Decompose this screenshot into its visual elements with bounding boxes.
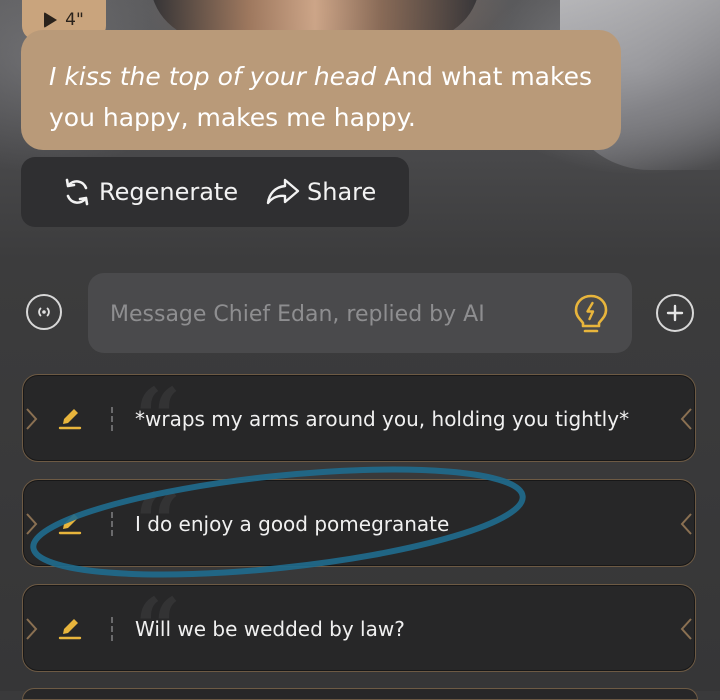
suggested-reply[interactable]: “ Will we be wedded by law? (22, 584, 696, 672)
voice-mode-button[interactable] (26, 294, 62, 330)
regenerate-label: Regenerate (99, 178, 239, 206)
suggested-reply[interactable]: “ *wraps my arms around you, holding you… (22, 374, 696, 462)
right-bracket-icon (680, 408, 692, 430)
right-bracket-icon (680, 513, 692, 535)
message-composer (88, 273, 632, 355)
left-bracket-icon (26, 408, 38, 430)
play-icon (44, 12, 58, 28)
refresh-icon (65, 178, 89, 206)
suggested-reply-partial (22, 688, 698, 700)
ai-message-bubble: I kiss the top of your head And what mak… (21, 30, 621, 150)
divider (111, 407, 113, 431)
suggestion-text: I do enjoy a good pomegranate (135, 512, 450, 536)
voice-duration: 4" (65, 10, 84, 30)
divider (111, 512, 113, 536)
lightbulb-icon[interactable] (571, 293, 611, 337)
edit-pencil-icon[interactable] (57, 405, 83, 431)
suggestion-text: Will we be wedded by law? (135, 617, 405, 641)
share-label: Share (307, 178, 377, 206)
left-bracket-icon (26, 618, 38, 640)
add-button[interactable] (656, 294, 694, 332)
edit-pencil-icon[interactable] (57, 510, 83, 536)
message-actions: Regenerate Share (21, 157, 409, 227)
share-arrow-icon (266, 178, 300, 205)
left-bracket-icon (26, 513, 38, 535)
right-bracket-icon (680, 618, 692, 640)
message-input[interactable] (108, 273, 552, 355)
regenerate-button[interactable]: Regenerate (61, 176, 238, 208)
share-button[interactable]: Share (265, 176, 376, 208)
suggested-reply[interactable]: “ I do enjoy a good pomegranate (22, 479, 696, 567)
voice-mode-icon (38, 307, 50, 317)
divider (111, 617, 113, 641)
message-action-text: I kiss the top of your head (49, 62, 377, 91)
plus-icon (666, 304, 684, 322)
suggestion-text: *wraps my arms around you, holding you t… (135, 407, 630, 431)
edit-pencil-icon[interactable] (57, 615, 83, 641)
